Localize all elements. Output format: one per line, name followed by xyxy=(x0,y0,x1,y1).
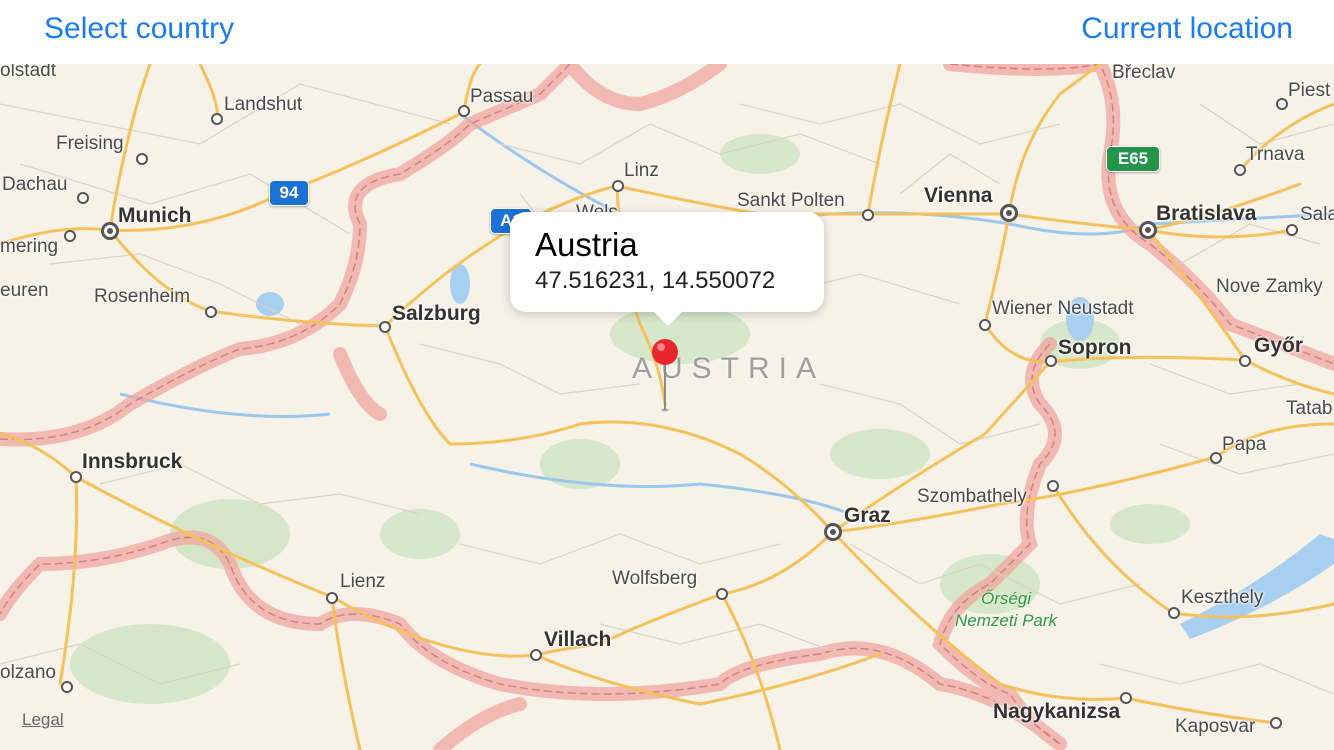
location-callout[interactable]: Austria 47.516231, 14.550072 xyxy=(510,212,824,326)
city-label: Wolfsberg xyxy=(612,568,698,589)
city-label: Graz xyxy=(844,504,891,527)
city-dot xyxy=(1168,607,1180,619)
city-label: Munich xyxy=(118,204,192,227)
city-label: Sala xyxy=(1300,204,1334,225)
city-label: Szombathely xyxy=(917,486,1027,507)
capital-marker xyxy=(1139,221,1157,239)
select-country-button[interactable]: Select country xyxy=(44,12,234,46)
city-label: Piest xyxy=(1288,80,1331,101)
city-dot xyxy=(136,153,148,165)
city-label: Papa xyxy=(1222,434,1267,455)
park-label: Őrségi Nemzeti Park xyxy=(955,588,1057,632)
city-label: olzano xyxy=(0,662,56,683)
city-dot xyxy=(1210,452,1222,464)
park-label-line: Őrségi xyxy=(980,589,1032,608)
city-label: Vienna xyxy=(924,184,993,207)
capital-marker xyxy=(824,523,842,541)
map-pin-icon[interactable] xyxy=(650,336,680,416)
city-dot xyxy=(458,105,470,117)
capital-marker xyxy=(1000,204,1018,222)
city-label: olstadt xyxy=(0,64,56,81)
city-label: Innsbruck xyxy=(82,450,183,473)
city-label: Győr xyxy=(1254,334,1304,357)
city-dot xyxy=(77,192,89,204)
city-label: Bratislava xyxy=(1156,202,1257,225)
city-label: Kaposvar xyxy=(1175,716,1256,737)
callout-title: Austria xyxy=(535,226,638,263)
city-dot xyxy=(205,306,217,318)
city-label: Rosenheim xyxy=(94,286,191,307)
city-label: Nagykanizsa xyxy=(993,700,1121,723)
city-dot xyxy=(1045,355,1057,367)
highway-shield-e65: E65 xyxy=(1106,146,1160,172)
city-label: Salzburg xyxy=(392,302,481,325)
city-dot xyxy=(379,321,391,333)
city-label: mering xyxy=(0,236,59,257)
city-dot xyxy=(530,649,542,661)
city-label: Keszthely xyxy=(1181,587,1264,608)
highway-shield-94: 94 xyxy=(269,180,309,206)
legal-link[interactable]: Legal xyxy=(22,710,64,730)
capital-marker xyxy=(101,222,119,240)
city-label: Linz xyxy=(624,160,659,181)
city-label: Wiener Neustadt xyxy=(992,298,1134,319)
city-dot xyxy=(326,592,338,604)
city-dot xyxy=(70,471,82,483)
city-label: Trnava xyxy=(1246,144,1305,165)
callout-coordinates: 47.516231, 14.550072 xyxy=(535,267,776,294)
city-dot xyxy=(862,209,874,221)
city-label: Tatab xyxy=(1286,398,1333,419)
city-dot xyxy=(612,180,624,192)
city-dot xyxy=(211,113,223,125)
navigation-bar: Select country Current location xyxy=(0,0,1334,64)
city-dot xyxy=(1286,224,1298,236)
city-label: Freising xyxy=(56,133,124,154)
city-label: Landshut xyxy=(224,94,303,115)
city-label: Sopron xyxy=(1058,336,1132,359)
city-dot xyxy=(61,681,73,693)
city-label: Dachau xyxy=(2,174,68,195)
city-label: Nove Zamky xyxy=(1216,276,1323,297)
city-dot xyxy=(979,319,991,331)
city-dot xyxy=(1120,692,1132,704)
park-label-line: Nemzeti Park xyxy=(955,611,1058,630)
city-label: Lienz xyxy=(340,571,386,592)
city-dot xyxy=(1276,98,1288,110)
city-label: euren xyxy=(0,280,49,301)
map-view[interactable]: 94 E65 A1 A1 olstadt Landshut Passau Bře… xyxy=(0,64,1334,750)
city-dot xyxy=(716,588,728,600)
city-dot xyxy=(1239,355,1251,367)
city-label: Passau xyxy=(470,86,534,107)
city-dot xyxy=(1047,480,1059,492)
city-dot xyxy=(64,230,76,242)
city-dot xyxy=(1270,717,1282,729)
city-label: Sankt Polten xyxy=(737,190,845,211)
city-dot xyxy=(1234,164,1246,176)
city-label: Břeclav xyxy=(1112,64,1176,83)
city-label: Villach xyxy=(544,628,612,651)
current-location-button[interactable]: Current location xyxy=(1081,12,1293,46)
